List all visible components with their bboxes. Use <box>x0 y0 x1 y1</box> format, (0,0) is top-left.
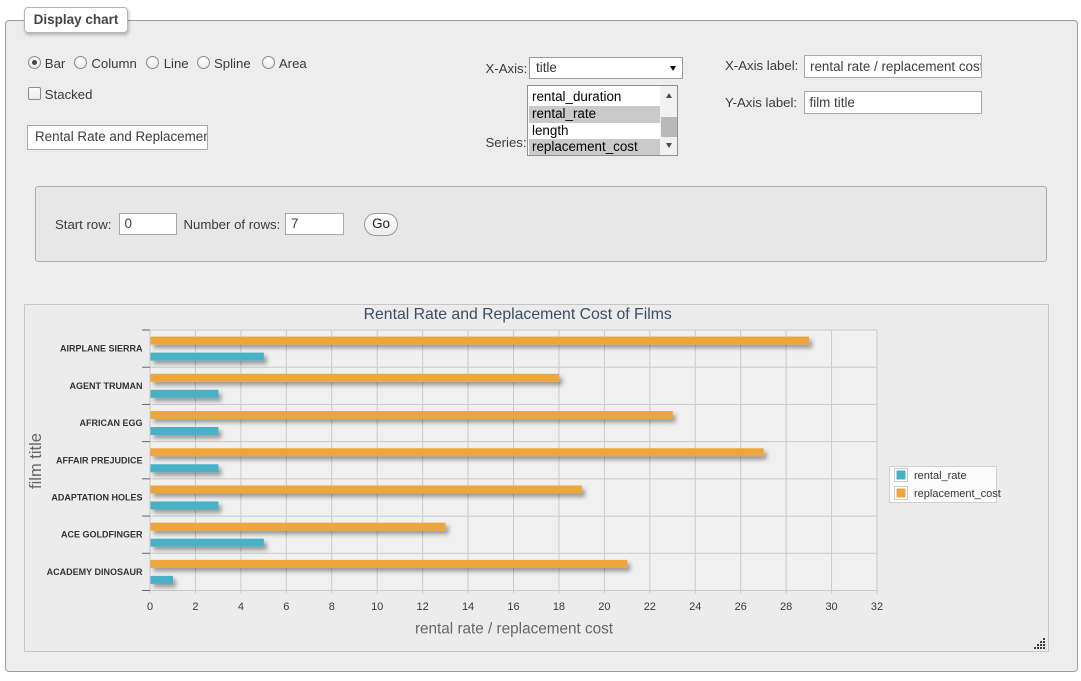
svg-text:18: 18 <box>552 601 564 613</box>
svg-text:rental_rate: rental_rate <box>914 470 967 482</box>
svg-text:8: 8 <box>328 601 334 613</box>
svg-text:AIRPLANE SIERRA: AIRPLANE SIERRA <box>59 344 142 354</box>
svg-text:replacement_cost: replacement_cost <box>914 488 1001 500</box>
svg-text:Rental Rate and Replacement Co: Rental Rate and Replacement Cost of Film… <box>363 306 671 323</box>
svg-text:30: 30 <box>825 601 837 613</box>
svg-text:0: 0 <box>146 601 152 613</box>
svg-text:10: 10 <box>371 601 383 613</box>
svg-text:ADAPTATION HOLES: ADAPTATION HOLES <box>51 492 142 502</box>
svg-text:rental rate / replacement cost: rental rate / replacement cost <box>414 621 613 638</box>
svg-text:16: 16 <box>507 601 519 613</box>
svg-text:12: 12 <box>416 601 428 613</box>
svg-text:6: 6 <box>283 601 289 613</box>
svg-text:ACE GOLDFINGER: ACE GOLDFINGER <box>60 530 142 540</box>
svg-text:20: 20 <box>598 601 610 613</box>
svg-text:AGENT TRUMAN: AGENT TRUMAN <box>69 381 142 391</box>
svg-text:32: 32 <box>870 601 882 613</box>
svg-text:4: 4 <box>237 601 243 613</box>
svg-text:AFRICAN EGG: AFRICAN EGG <box>79 418 142 428</box>
svg-text:28: 28 <box>780 601 792 613</box>
svg-text:film title: film title <box>26 433 44 489</box>
svg-text:14: 14 <box>461 601 473 613</box>
svg-text:26: 26 <box>734 601 746 613</box>
svg-text:24: 24 <box>689 601 701 613</box>
svg-text:22: 22 <box>643 601 655 613</box>
svg-text:AFFAIR PREJUDICE: AFFAIR PREJUDICE <box>55 455 142 465</box>
svg-text:2: 2 <box>192 601 198 613</box>
svg-text:ACADEMY DINOSAUR: ACADEMY DINOSAUR <box>46 567 142 577</box>
